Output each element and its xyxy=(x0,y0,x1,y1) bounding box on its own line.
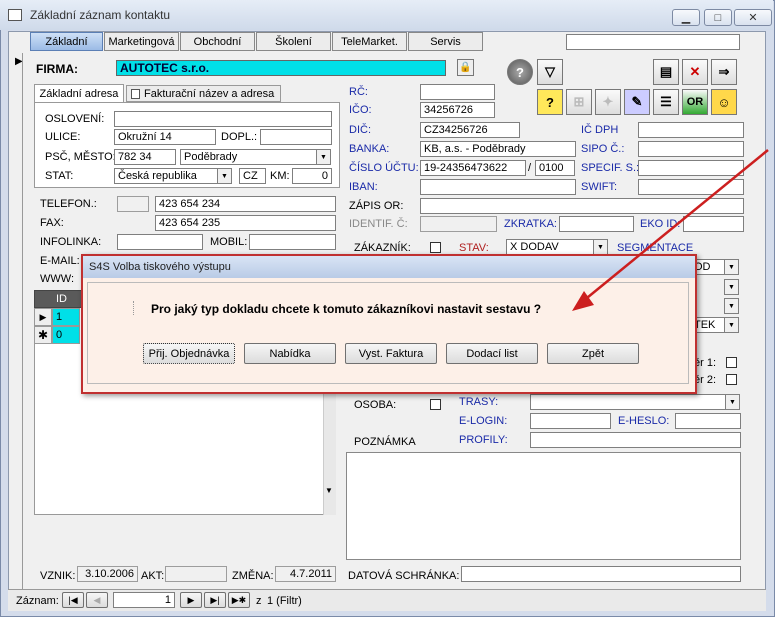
annotation-arrow xyxy=(572,149,769,311)
